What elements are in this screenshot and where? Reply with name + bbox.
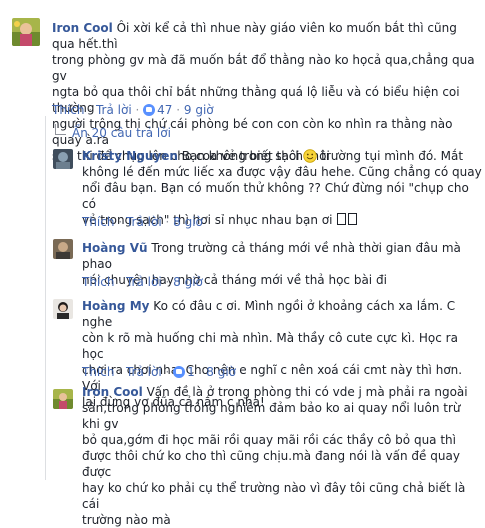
comment-author[interactable]: Iron Cool: [52, 21, 113, 35]
reply-button[interactable]: Trả lời: [126, 275, 162, 289]
reply-button[interactable]: Trả lời: [126, 365, 162, 379]
reply-button[interactable]: Trả lời: [126, 215, 162, 229]
like-button[interactable]: Thích: [82, 215, 114, 229]
avatar-hoang-vu[interactable]: [53, 239, 73, 259]
avatar-image: [12, 18, 40, 46]
avatar-kristy-nguyen[interactable]: [53, 149, 73, 169]
reply-actions: Thích · Trả lời · 8 giờ: [82, 275, 203, 289]
like-button[interactable]: Thích: [52, 103, 84, 117]
like-icon: [173, 366, 186, 378]
timestamp[interactable]: 9 giờ: [184, 103, 214, 117]
like-button[interactable]: Thích: [82, 365, 114, 379]
comment-actions: Thích · Trả lời · 47 · 9 giờ: [52, 103, 214, 117]
reply-author[interactable]: Hoàng My: [82, 299, 149, 313]
reply-arrow-icon: [55, 124, 66, 135]
avatar-image: [53, 389, 73, 409]
reply-actions: Thích · Trả lời · 8 giờ: [82, 215, 203, 229]
reply-author[interactable]: Iron Cool: [82, 385, 143, 399]
timestamp[interactable]: 8 giờ: [173, 275, 203, 289]
like-count[interactable]: 47: [143, 103, 172, 117]
unknown-glyph-icon: [348, 213, 358, 225]
unknown-glyph-icon: [337, 213, 347, 225]
reply-button[interactable]: Trả lời: [96, 103, 132, 117]
like-button[interactable]: Thích: [82, 275, 114, 289]
reply-actions: Thích · Trả lời · 1 · 8 giờ: [82, 365, 237, 379]
avatar-image: [53, 299, 73, 319]
smile-emoji-icon: [303, 149, 318, 163]
reply-thread-line: [45, 116, 46, 480]
avatar-iron-cool[interactable]: [12, 18, 40, 46]
avatar-image: [53, 239, 73, 259]
avatar-image: [53, 149, 73, 169]
like-icon: [143, 104, 156, 116]
hide-replies-link[interactable]: Ẩn 20 câu trả lời: [55, 124, 171, 141]
reply-author[interactable]: Kristy Nguyen: [82, 149, 178, 163]
timestamp[interactable]: 8 giờ: [173, 215, 203, 229]
comment-body: Iron Cool Ôi xời kể cả thì nhue này giáo…: [52, 21, 475, 163]
timestamp[interactable]: 8 giờ: [206, 365, 236, 379]
reply-body: Iron Cool Vấn đề là ở trong phòng thi có…: [82, 385, 468, 527]
like-count[interactable]: 1: [173, 365, 195, 379]
avatar-hoang-my[interactable]: [53, 299, 73, 319]
reply-author[interactable]: Hoàng Vũ: [82, 241, 148, 255]
avatar-iron-cool-reply[interactable]: [53, 389, 73, 409]
